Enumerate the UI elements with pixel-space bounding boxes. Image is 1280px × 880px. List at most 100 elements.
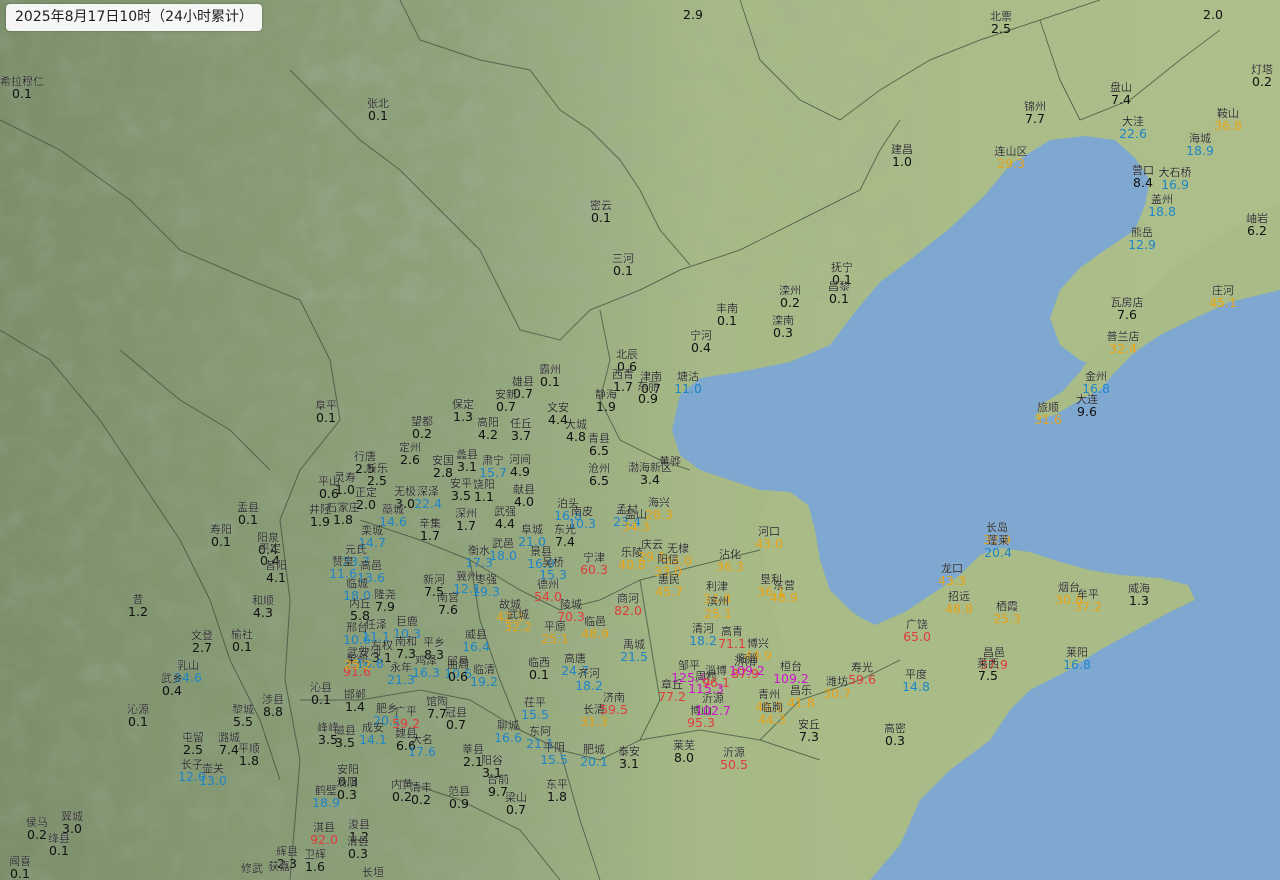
station-marker: 莱阳16.8 bbox=[1063, 646, 1091, 672]
station-value: 0.1 bbox=[540, 374, 560, 389]
station-marker: 涉县8.8 bbox=[262, 692, 284, 719]
station-value: 8.4 bbox=[1133, 175, 1153, 190]
station-value: 45.1 bbox=[1209, 295, 1237, 310]
station-marker: 屯留2.5 bbox=[182, 731, 204, 757]
station-marker: 绛县0.1 bbox=[48, 831, 70, 858]
station-value: 18.9 bbox=[1186, 143, 1214, 158]
station-value: 32.4 bbox=[1109, 341, 1137, 356]
station-marker: 高阳4.2 bbox=[477, 415, 499, 442]
station-marker: 金州16.8 bbox=[1082, 369, 1110, 396]
station-value: 25.1 bbox=[704, 606, 732, 621]
station-marker: 武城32.2 bbox=[504, 608, 532, 634]
station-value: 1.2 bbox=[128, 604, 148, 619]
station-value: 48.8 bbox=[945, 601, 973, 616]
station-value: 0.6 bbox=[448, 669, 468, 684]
station-marker: 盖州18.8 bbox=[1148, 192, 1176, 219]
station-marker: 沁源0.1 bbox=[127, 702, 149, 729]
station-value: 4.2 bbox=[478, 427, 498, 442]
station-value: 0.2 bbox=[411, 792, 431, 807]
station-marker: 永年21.3 bbox=[387, 660, 415, 687]
station-value: 0.2 bbox=[27, 827, 47, 842]
station-value: 18.2 bbox=[689, 633, 717, 648]
station-marker: 南宫7.6 bbox=[437, 590, 459, 617]
station-value: 43.0 bbox=[755, 536, 783, 551]
station-marker: 临西0.1 bbox=[528, 655, 550, 682]
station-value: 0.2 bbox=[392, 789, 412, 804]
station-value: 7.5 bbox=[978, 668, 998, 683]
station-value: 1.9 bbox=[596, 399, 616, 414]
station-marker: 大洼22.6 bbox=[1119, 114, 1147, 141]
station-marker: 临清19.2 bbox=[470, 662, 498, 689]
station-marker: 鞍山36.8 bbox=[1214, 106, 1242, 133]
station-marker: 河口43.0 bbox=[755, 525, 783, 551]
station-marker: 灯塔0.2 bbox=[1251, 63, 1273, 89]
station-value: 1.6 bbox=[305, 859, 325, 874]
station-value: 25.2 bbox=[344, 657, 372, 672]
station-marker: 枣强19.3 bbox=[472, 573, 500, 599]
station-marker: 东光7.4 bbox=[554, 522, 576, 549]
station-marker: 栖霞25.3 bbox=[993, 599, 1021, 626]
station-value: 41.8 bbox=[787, 695, 815, 710]
station-marker: 潞城7.4 bbox=[218, 730, 240, 757]
station-marker: 滦南0.3 bbox=[772, 313, 794, 340]
station-value: 0.1 bbox=[128, 714, 148, 729]
station-value: 21.5 bbox=[620, 649, 648, 664]
station-value: 4.3 bbox=[253, 605, 273, 620]
station-value: 0.1 bbox=[10, 866, 30, 880]
station-value: 22.6 bbox=[1119, 126, 1147, 141]
station-value: 9.6 bbox=[1077, 404, 1097, 419]
station-value: 2.5 bbox=[183, 742, 203, 757]
station-value: 16.8 bbox=[1063, 657, 1091, 672]
station-value: 3.1 bbox=[457, 459, 477, 474]
station-marker: 平原25.1 bbox=[541, 620, 569, 646]
station-marker: 建昌1.0 bbox=[891, 142, 913, 169]
station-marker: 牟平37.2 bbox=[1074, 587, 1102, 614]
station-value: 4.1 bbox=[266, 570, 286, 585]
station-value: 0.1 bbox=[613, 263, 633, 278]
station-value: 7.4 bbox=[1111, 92, 1131, 107]
station-value: 1.3 bbox=[1129, 593, 1149, 608]
station-value: 2.9 bbox=[683, 7, 703, 22]
station-value: 60.3 bbox=[580, 562, 608, 577]
station-marker: 蓬莱20.4 bbox=[984, 534, 1012, 560]
station-marker: 普兰店32.4 bbox=[1106, 329, 1139, 356]
station-marker: 青县6.5 bbox=[588, 432, 610, 458]
station-marker: 静海1.9 bbox=[595, 387, 617, 414]
station-value: 0.1 bbox=[829, 291, 849, 306]
station-value: 37.2 bbox=[1074, 599, 1102, 614]
station-value: 0.2 bbox=[780, 295, 800, 310]
station-marker: 平度14.8 bbox=[902, 667, 930, 694]
station-value: 6.2 bbox=[1247, 223, 1267, 238]
station-value: 1.8 bbox=[547, 789, 567, 804]
station-value: 2.0 bbox=[356, 497, 376, 512]
station-marker: 邯郸1.4 bbox=[344, 687, 366, 714]
station-marker: 平山0.6 bbox=[318, 475, 340, 501]
station-value: 71.1 bbox=[718, 636, 746, 651]
station-value: 0.2 bbox=[412, 426, 432, 441]
station-marker: 武强4.4 bbox=[494, 505, 516, 531]
station-value: 0.1 bbox=[238, 512, 258, 527]
station-marker: 威海1.3 bbox=[1128, 581, 1150, 608]
station-value: 102.7 bbox=[695, 703, 731, 718]
map-canvas[interactable]: 2.9 2.0北票2.5希拉穆仁0.1张北0.1盘山7.4灯塔0.2锦州7.7 鞍山… bbox=[0, 0, 1280, 880]
station-name: 获嘉 bbox=[268, 859, 290, 873]
station-value: 2.5 bbox=[991, 21, 1011, 36]
station-marker: 莱芜8.0 bbox=[673, 738, 695, 765]
station-marker: 正定2.0 bbox=[355, 485, 377, 512]
station-marker: 滑县0.3 bbox=[347, 835, 369, 861]
station-marker: 东营48.9 bbox=[770, 578, 798, 605]
station-marker: 临邑48.9 bbox=[581, 614, 609, 641]
station-value: 6.5 bbox=[589, 473, 609, 488]
station-value: 1.4 bbox=[345, 699, 365, 714]
station-value: 11.0 bbox=[674, 381, 702, 396]
station-value: 0.1 bbox=[12, 86, 32, 101]
station-marker: 三河0.1 bbox=[612, 252, 634, 278]
station-marker: 侯马0.2 bbox=[26, 815, 48, 842]
station-value: 96.1 bbox=[702, 675, 730, 690]
station-marker: 武安25.2 bbox=[344, 645, 372, 672]
station-value: 4.0 bbox=[514, 494, 534, 509]
station-value: 16.9 bbox=[1161, 177, 1189, 192]
station-value: 31.6 bbox=[1034, 412, 1062, 427]
station-value: 17.3 bbox=[465, 555, 493, 570]
station-marker: 沂源50.5 bbox=[720, 745, 748, 772]
